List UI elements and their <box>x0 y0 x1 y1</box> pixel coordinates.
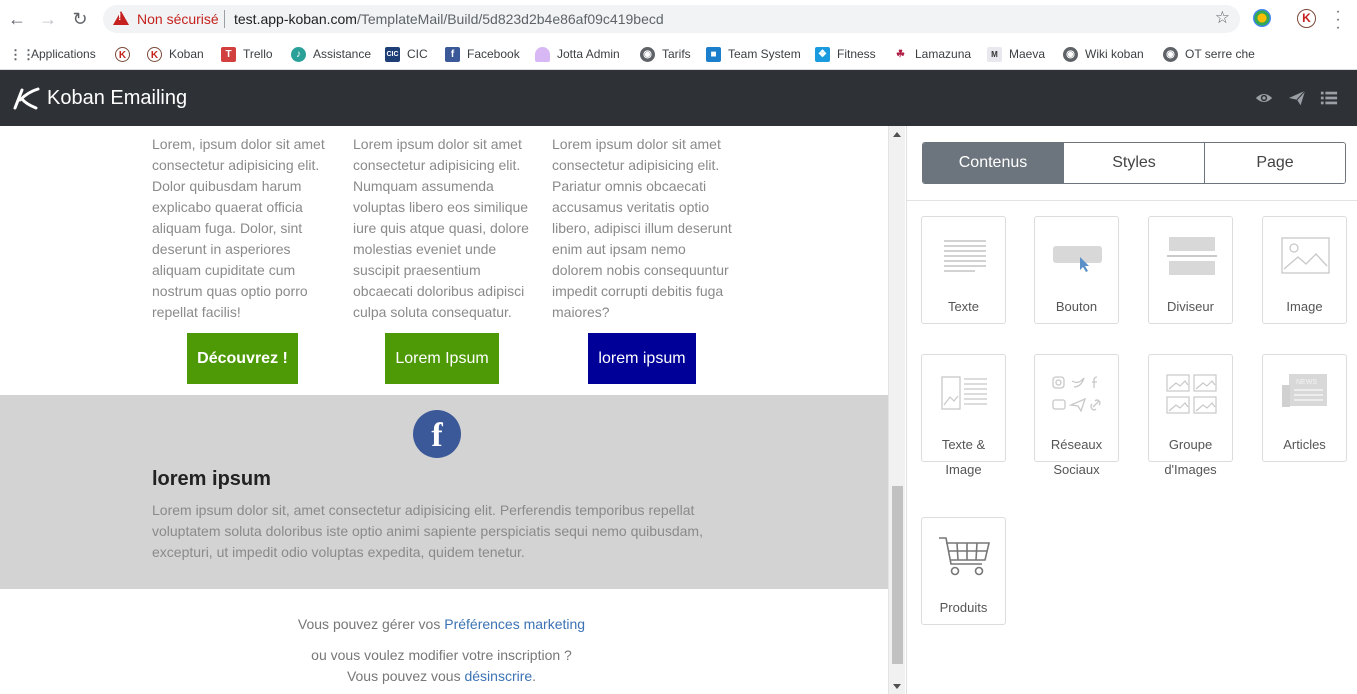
jotta-icon <box>535 46 550 62</box>
button-block-icon <box>1053 246 1102 272</box>
bookmark-star-icon[interactable]: ☆ <box>1215 8 1230 28</box>
send-paper-plane-icon[interactable] <box>1288 89 1306 107</box>
not-secure-label: Non sécurisé <box>137 11 219 27</box>
app-header: Koban Emailing <box>0 70 1357 126</box>
block-groupe-images[interactable]: Groupe d'Images <box>1148 354 1233 477</box>
block-produits[interactable]: Produits <box>921 517 1006 625</box>
cta-button-lorem-2[interactable]: lorem ipsum <box>588 333 696 384</box>
tab-page[interactable]: Page <box>1204 143 1345 183</box>
editor-scrollbar[interactable] <box>888 126 905 694</box>
forward-arrow-icon[interactable]: → <box>38 9 58 29</box>
products-block-icon <box>939 537 991 576</box>
bookmark-tarifs[interactable]: ◉ Tarifs <box>640 44 691 64</box>
legal-line-2: ou vous voulez modifier votre inscriptio… <box>311 647 572 663</box>
panel-tabs: Contenus Styles Page <box>922 142 1346 184</box>
facebook-icon[interactable]: f <box>413 410 461 458</box>
browser-toolbar: ← → ↻ ! Non sécurisé test.app-koban.com/… <box>0 0 1357 38</box>
text-image-block-icon <box>941 376 987 410</box>
block-articles[interactable]: NEWS Articles <box>1262 354 1347 462</box>
bookmarks-bar: ⋮⋮ Applications K K Koban T Trello ♪ Assista… <box>0 38 1357 70</box>
block-reseaux-sociaux[interactable]: Réseaux Sociaux <box>1034 354 1119 477</box>
trello-icon: T <box>221 46 236 62</box>
tab-contenus[interactable]: Contenus <box>923 143 1063 183</box>
bookmark-facebook[interactable]: f Facebook <box>445 44 520 64</box>
bookmark-team-system[interactable]: ■ Team System <box>706 44 801 64</box>
facebook-icon: f <box>445 46 460 62</box>
koban-icon: K <box>147 46 162 62</box>
reload-icon[interactable]: ↻ <box>70 9 90 29</box>
block-image[interactable]: Image <box>1262 216 1347 324</box>
tab-styles[interactable]: Styles <box>1063 143 1204 183</box>
headset-icon: ♪ <box>291 46 306 62</box>
block-diviseur[interactable]: Diviseur <box>1148 216 1233 324</box>
text-block-icon <box>944 240 986 272</box>
social-section-text: Lorem ipsum dolor sit, amet consectetur … <box>152 502 703 560</box>
social-section-title: lorem ipsum <box>152 468 271 490</box>
maeva-icon: M <box>987 46 1002 62</box>
globe-icon: ◉ <box>1163 46 1178 62</box>
column-text-2[interactable]: Lorem ipsum dolor sit amet consectetur a… <box>353 134 539 323</box>
image-group-block-icon <box>1166 374 1217 414</box>
list-menu-icon[interactable] <box>1320 89 1338 107</box>
unsubscribe-link[interactable]: désinscrire <box>464 668 532 684</box>
bookmark-trello[interactable]: T Trello <box>221 44 273 64</box>
column-text-3[interactable]: Lorem ipsum dolor sit amet consectetur a… <box>552 134 738 323</box>
address-bar[interactable]: ! Non sécurisé test.app-koban.com/Templa… <box>103 5 1240 33</box>
bookmark-lamazuna[interactable]: ☘ Lamazuna <box>893 44 971 64</box>
bookmark-assistance[interactable]: ♪ Assistance <box>291 44 371 64</box>
bookmark-koban[interactable]: K Koban <box>147 44 204 64</box>
back-arrow-icon[interactable]: ← <box>7 9 27 29</box>
app-title: Koban Emailing <box>47 87 188 109</box>
column-text-1[interactable]: Lorem, ipsum dolor sit amet consectetur … <box>152 134 338 323</box>
bookmark-maeva[interactable]: M Maeva <box>987 44 1045 64</box>
cta-button-lorem-1[interactable]: Lorem Ipsum <box>385 333 499 384</box>
cic-icon: CIC <box>385 46 400 62</box>
bookmark-fitness[interactable]: ❖ Fitness <box>815 44 876 64</box>
koban-icon: K <box>115 46 130 62</box>
apps-grid-icon: ⋮⋮ <box>9 46 35 62</box>
bookmark-koban-icon-only[interactable]: K <box>115 44 137 64</box>
image-block-icon <box>1281 237 1330 274</box>
bookmark-applications[interactable]: ⋮⋮ Applications <box>9 44 96 64</box>
bookmark-jotta-admin[interactable]: Jotta Admin <box>535 44 620 64</box>
legal-line-1: Vous pouvez gérer vos Préférences market… <box>297 616 586 632</box>
email-canvas[interactable]: Lorem, ipsum dolor sit amet consectetur … <box>0 126 888 694</box>
scroll-up-arrow-icon[interactable] <box>893 132 901 137</box>
globe-icon: ◉ <box>640 46 655 62</box>
fitness-icon: ❖ <box>815 46 830 62</box>
globe-icon: ◉ <box>1063 46 1078 62</box>
url-text[interactable]: test.app-koban.com/TemplateMail/Build/5d… <box>234 11 664 27</box>
block-bouton[interactable]: Bouton <box>1034 216 1119 324</box>
articles-block-icon: NEWS <box>1282 374 1327 407</box>
svg-text:NEWS: NEWS <box>1296 379 1317 386</box>
browser-menu-icon[interactable]: · · · <box>1333 4 1343 36</box>
scrollbar-thumb[interactable] <box>892 486 903 664</box>
koban-logo-icon[interactable] <box>12 84 40 112</box>
legal-line-3: Vous pouvez vous désinscrire. <box>346 668 537 684</box>
marketing-preferences-link[interactable]: Préférences marketing <box>444 616 585 632</box>
bookmark-ot-serre-che[interactable]: ◉ OT serre che <box>1163 44 1255 64</box>
block-texte-image[interactable]: Texte & Image <box>921 354 1006 477</box>
bookmark-cic[interactable]: CIC CIC <box>385 44 428 64</box>
scroll-down-arrow-icon[interactable] <box>893 684 901 689</box>
team-system-icon: ■ <box>706 46 721 62</box>
block-texte[interactable]: Texte <box>921 216 1006 324</box>
blocks-panel: Contenus Styles Page Texte Bouton Divise… <box>906 126 1357 694</box>
extension-icon[interactable] <box>1253 9 1271 27</box>
divider-block-icon <box>1167 237 1217 275</box>
social-block-icon <box>1052 376 1101 413</box>
social-section[interactable]: f lorem ipsum Lorem ipsum dolor sit, ame… <box>0 395 888 589</box>
bookmark-wiki-koban[interactable]: ◉ Wiki koban <box>1063 44 1144 64</box>
koban-extension-icon[interactable]: K <box>1297 9 1316 28</box>
preview-eye-icon[interactable] <box>1255 89 1273 107</box>
lamazuna-icon: ☘ <box>893 46 908 62</box>
cta-button-discover[interactable]: Découvrez ! <box>187 333 298 384</box>
